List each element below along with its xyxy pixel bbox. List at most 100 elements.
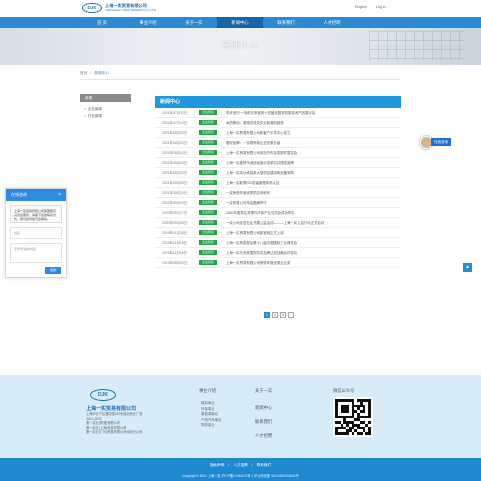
news-tag: 企业新闻 xyxy=(199,250,217,255)
news-panel: 新闻中心 2021年07月12日 企业新闻 举步泥泞:一场前无来者的十四届全国农机新… xyxy=(155,96,401,268)
news-tag: 企业新闻 xyxy=(199,190,217,195)
chat-title: 在线咨询 xyxy=(11,192,27,197)
news-title[interactable]: 一实荣获年度优秀供应商称号 xyxy=(226,190,396,195)
company-name-en: SHANGHAI YISHI TRADING CO.,LTD. xyxy=(105,8,157,12)
site-logo[interactable]: DJK 上海一实贸易有限公司 SHANGHAI YISHI TRADING CO… xyxy=(82,3,157,13)
close-icon[interactable]: × xyxy=(58,189,61,201)
news-tag: 企业新闻 xyxy=(199,130,217,135)
news-title[interactable]: 木质移动：原观念改变实业新潮流趋势 xyxy=(226,120,396,125)
sidebar-item-company-news[interactable]: 企业新闻 xyxy=(80,106,131,113)
news-title[interactable]: 一实公司走进社区开展公益活动———上海一实公益行动正式启动 xyxy=(226,220,396,225)
news-title[interactable]: 2020年度再生资源与环保产业交流会成功举办 xyxy=(226,210,396,215)
news-title[interactable]: 上海一实被授予诚信经营示范单位并颁发奖牌 xyxy=(226,160,396,165)
sidebar-list: 企业新闻 行业新闻 xyxy=(80,106,131,120)
chat-name-input[interactable]: 姓名 xyxy=(10,227,62,239)
news-row[interactable]: 2021年07月12日 企业新闻 木质移动：原观念改变实业新潮流趋势 xyxy=(155,118,401,128)
login-link[interactable]: Log in xyxy=(376,5,386,9)
news-title[interactable]: 上海一实贸易有限公司荣获年度优秀企业奖 xyxy=(226,260,396,265)
news-title[interactable]: 上海一实取得ISO质量管理体系认证 xyxy=(226,180,396,185)
page-button-3[interactable]: 3 xyxy=(280,312,286,318)
nav-news[interactable]: 新闻中心 xyxy=(217,17,263,28)
chat-message-input[interactable]: 手机号/留言内容 xyxy=(10,243,62,263)
news-title[interactable]: 上海一实成功承接某大型项目建设和设备采购 xyxy=(226,170,396,175)
footer-contact-link[interactable]: 联系我们 xyxy=(255,415,272,429)
breadcrumb-current[interactable]: 新闻中心 xyxy=(94,71,109,75)
news-row[interactable]: 2021年07月12日 企业新闻 举步泥泞:一场前无来者的十四届全国农机新技术产品展… xyxy=(155,108,401,118)
news-row[interactable]: 2020年09月08日 企业新闻 一实公司走进社区开展公益活动———上海一实公益行动… xyxy=(155,218,401,228)
page-button-2[interactable]: 2 xyxy=(272,312,278,318)
news-title[interactable]: 看好品牌：一实物商城企业形象升级 xyxy=(226,140,396,145)
sidebar-title: 新闻 xyxy=(80,94,131,102)
banner-title: 新闻中心 xyxy=(222,41,259,50)
news-tag: 企业新闻 xyxy=(199,180,217,185)
privacy-link[interactable]: 隐私声明 xyxy=(210,463,224,467)
news-tag: 企业新闻 xyxy=(199,200,217,205)
footer-logo[interactable]: DJK 上海一实贸易有限公司 xyxy=(86,389,137,412)
breadcrumb: 首页 / 新闻中心 xyxy=(80,71,109,76)
footer-business-link[interactable]: 物流事业 xyxy=(199,423,221,429)
footer-news-link[interactable]: 新闻中心 xyxy=(255,401,272,415)
copyright: Copyright © 2021 上海一实 沪ICP备17044071号-1 沪… xyxy=(182,474,299,478)
service-label[interactable]: 在线咨询 xyxy=(431,138,451,146)
news-title[interactable]: 一实贸易公司年会圆满举行 xyxy=(226,200,396,205)
news-date: 2020年09月08日 xyxy=(162,221,188,225)
main-navigation: 首 页 事业介绍 关于一实 新闻中心 联系我们 人才招聘 xyxy=(0,17,481,28)
breadcrumb-separator: / xyxy=(90,71,92,75)
footer-company-name: 上海一实贸易有限公司 xyxy=(86,406,137,412)
bottom-bar: 隐私声明 / 人才招聘 / 联系我们 Copyright © 2021 上海一实 沪IC… xyxy=(0,458,481,481)
news-row[interactable]: 2019年08月20日 企业新闻 上海一实贸易有限公司荣获年度优秀企业奖 xyxy=(155,258,401,268)
news-tag: 企业新闻 xyxy=(199,230,217,235)
page-button-1[interactable]: 1 xyxy=(264,312,270,318)
news-row[interactable]: 2021年06月12日 企业新闻 上海一实贸易有限公司参加汽车及零配件展览会 xyxy=(155,148,401,158)
bottom-separator: / xyxy=(228,463,230,467)
news-row[interactable]: 2021年06月22日 企业新闻 上海一实贸易有限公司新客户引导中心成立 xyxy=(155,128,401,138)
news-tag: 企业新闻 xyxy=(199,160,217,165)
news-title[interactable]: 上海一实贸易有限公司新官网正式上线 xyxy=(226,230,396,235)
footer-about-title[interactable]: 关于一实 xyxy=(255,388,272,394)
news-row[interactable]: 2021年06月12日 企业新闻 上海一实被授予诚信经营示范单位并颁发奖牌 xyxy=(155,158,401,168)
news-row[interactable]: 2021年05月20日 企业新闻 一实贸易公司年会圆满举行 xyxy=(155,198,401,208)
news-row[interactable]: 2020年09月17日 企业新闻 2020年度再生资源与环保产业交流会成功举办 xyxy=(155,208,401,218)
news-row[interactable]: 2021年05月20日 企业新闻 上海一实取得ISO质量管理体系认证 xyxy=(155,178,401,188)
news-title[interactable]: 上海一实与多家国际知名品牌达成战略合作协议 xyxy=(226,250,396,255)
sidebar: 新闻 企业新闻 行业新闻 xyxy=(80,94,131,120)
nav-contact[interactable]: 联系我们 xyxy=(263,17,309,28)
news-date: 2021年07月12日 xyxy=(162,121,188,125)
news-row[interactable]: 2019年11月28日 企业新闻 上海一实贸易有限公司新官网正式上线 xyxy=(155,228,401,238)
news-date: 2021年06月22日 xyxy=(162,141,188,145)
news-tag: 企业新闻 xyxy=(199,210,217,215)
contact-link[interactable]: 联系我们 xyxy=(257,463,271,467)
news-row[interactable]: 2019年11月18日 企业新闻 上海一实贸易参加第十八届中国国际工业博览会 xyxy=(155,238,401,248)
news-title[interactable]: 上海一实贸易有限公司新客户引导中心成立 xyxy=(226,130,396,135)
breadcrumb-home[interactable]: 首页 xyxy=(80,71,87,75)
nav-about[interactable]: 关于一实 xyxy=(171,17,217,28)
wechat-title: 微信公众号 xyxy=(333,388,355,393)
footer-careers-link[interactable]: 人才招聘 xyxy=(255,429,272,443)
news-date: 2019年11月18日 xyxy=(162,241,188,245)
logo-text: 上海一实贸易有限公司 SHANGHAI YISHI TRADING CO.,LT… xyxy=(105,3,157,13)
online-service-widget[interactable]: 在线咨询 xyxy=(420,135,456,149)
news-title[interactable]: 上海一实贸易参加第十八届中国国际工业博览会 xyxy=(226,240,396,245)
news-tag: 企业新闻 xyxy=(199,110,217,115)
sidebar-item-industry-news[interactable]: 行业新闻 xyxy=(80,113,131,120)
nav-home[interactable]: 首 页 xyxy=(79,17,125,28)
news-title[interactable]: 举步泥泞:一场前无来者的十四届全国农机新技术产品展示会 xyxy=(226,110,396,115)
news-date: 2019年08月20日 xyxy=(162,261,188,265)
nav-business[interactable]: 事业介绍 xyxy=(125,17,171,28)
page-banner: 新闻中心 NEWS xyxy=(0,28,481,65)
news-row[interactable]: 2021年05月20日 企业新闻 一实荣获年度优秀供应商称号 xyxy=(155,188,401,198)
back-to-top-button[interactable]: ▲ xyxy=(463,263,472,272)
top-links: English Log in xyxy=(355,5,394,9)
news-row[interactable]: 2021年06月22日 企业新闻 看好品牌：一实物商城企业形象升级 xyxy=(155,138,401,148)
next-page-button[interactable]: › xyxy=(288,312,294,318)
news-date: 2021年06月12日 xyxy=(162,161,188,165)
careers-link[interactable]: 人才招聘 xyxy=(233,463,247,467)
news-row[interactable]: 2021年06月12日 企业新闻 上海一实成功承接某大型项目建设和设备采购 xyxy=(155,168,401,178)
news-row[interactable]: 2019年11月16日 企业新闻 上海一实与多家国际知名品牌达成战略合作协议 xyxy=(155,248,401,258)
nav-careers[interactable]: 人才招聘 xyxy=(309,17,355,28)
footer-business-title[interactable]: 事业介绍 xyxy=(199,388,221,394)
chat-send-button[interactable]: 发送 xyxy=(45,267,61,274)
news-date: 2021年05月20日 xyxy=(162,201,188,205)
english-link[interactable]: English xyxy=(355,5,367,9)
news-title[interactable]: 上海一实贸易有限公司参加汽车及零配件展览会 xyxy=(226,150,396,155)
